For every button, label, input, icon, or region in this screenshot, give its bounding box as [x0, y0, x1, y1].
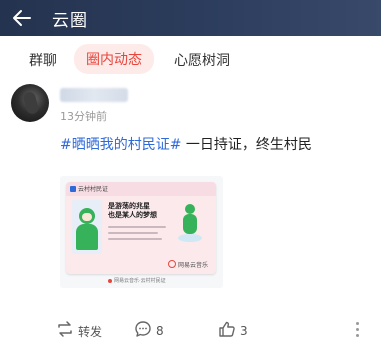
tab-bar: 群聊 圈内动态 心愿树洞 [0, 36, 381, 84]
mascot-base [178, 234, 202, 242]
image-caption: 网易云音乐·云村村民证 [108, 277, 166, 284]
tab-group-chat[interactable]: 群聊 [29, 50, 57, 70]
field-line [108, 232, 158, 234]
card-issuer: 网易云音乐 [178, 262, 209, 269]
thumbs-up-icon [218, 320, 236, 342]
card-header-text: 云村村民证 [78, 186, 109, 193]
card-fields [108, 226, 170, 244]
figure-body [76, 224, 98, 250]
like-count: 3 [240, 324, 248, 338]
slogan-line-1: 是游荡的兆星 [108, 202, 150, 210]
field-line [108, 238, 162, 240]
comment-button[interactable]: 8 [134, 320, 164, 342]
username-blurred[interactable] [60, 88, 128, 102]
post-time: 13分钟前 [60, 110, 107, 123]
mascot-body [183, 214, 197, 234]
page-title: 云圈 [52, 11, 88, 31]
mascot-head [185, 204, 195, 214]
villager-id-card: 云村村民证 是游荡的兆星 也是某人的梦想 网易云音乐 [66, 182, 216, 274]
comment-icon [134, 320, 152, 342]
post-text: #晒晒我的村民证# 一日持证，终生村民 [60, 134, 312, 154]
repost-icon [56, 320, 74, 342]
more-vertical-icon[interactable] [356, 322, 360, 338]
top-bar: 云圈 [0, 0, 381, 36]
caption-text: 网易云音乐·云村村民证 [114, 278, 166, 284]
slogan-line-2: 也是某人的梦想 [108, 211, 157, 219]
mascot-figure [178, 204, 202, 244]
field-line [108, 226, 166, 228]
like-button[interactable]: 3 [218, 320, 248, 342]
repost-label: 转发 [78, 324, 103, 339]
post-actions: 转发 8 3 [0, 316, 381, 344]
app-logo-icon [70, 186, 76, 192]
issuer-stamp-icon [168, 260, 176, 268]
figure-face [82, 213, 92, 221]
comment-count: 8 [156, 324, 164, 338]
tab-wish-tree-hole[interactable]: 心愿树洞 [174, 50, 230, 70]
repost-button[interactable]: 转发 [56, 320, 102, 342]
tab-circle-feed[interactable]: 圈内动态 [74, 44, 154, 74]
post-body: 一日持证，终生村民 [181, 137, 312, 153]
avatar[interactable] [11, 84, 49, 122]
card-slogan: 是游荡的兆星 也是某人的梦想 [108, 202, 157, 220]
card-photo [72, 200, 102, 254]
hashtag-link[interactable]: #晒晒我的村民证# [60, 137, 181, 153]
post-image[interactable]: 云村村民证 是游荡的兆星 也是某人的梦想 网易云音乐 网易云音乐·云村村民证 [60, 176, 223, 288]
back-arrow-icon[interactable] [10, 6, 34, 30]
caption-dot-icon [108, 278, 112, 283]
